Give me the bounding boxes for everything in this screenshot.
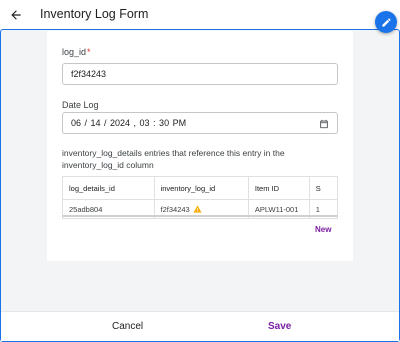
page-title: Inventory Log Form	[40, 7, 149, 21]
required-asterisk: *	[87, 47, 91, 57]
arrow-back-icon	[11, 10, 21, 20]
form-footer: Cancel Save	[1, 311, 399, 341]
log-id-field[interactable]: f2f34243	[62, 63, 338, 85]
date-log-value: 06 / 14 / 2024 , 03 : 30 PM	[71, 118, 187, 128]
log-id-label: log_id*	[62, 47, 91, 57]
related-entries-table[interactable]: log_details_id inventory_log_id Item ID …	[62, 176, 338, 248]
table-cell-text: f2f34243	[160, 204, 190, 214]
edit-button[interactable]	[375, 11, 397, 33]
log-id-value: f2f34243	[71, 69, 107, 79]
column-header[interactable]: Item ID	[247, 176, 310, 200]
form-card: log_id* f2f34243 Date Log 06 / 14 / 2024…	[47, 31, 353, 261]
table-bottom-divider	[62, 215, 338, 217]
save-button[interactable]: Save	[268, 321, 291, 332]
log-id-label-text: log_id	[62, 47, 87, 57]
column-header[interactable]: S	[308, 176, 338, 200]
related-table-description: inventory_log_details entries that refer…	[62, 148, 285, 170]
date-log-field[interactable]: 06 / 14 / 2024 , 03 : 30 PM	[62, 112, 338, 134]
table-header-row: log_details_id inventory_log_id Item ID …	[62, 176, 338, 200]
cancel-button[interactable]: Cancel	[112, 321, 143, 332]
column-header[interactable]: inventory_log_id	[153, 176, 249, 200]
top-app-bar: Inventory Log Form	[0, 0, 400, 30]
calendar-icon[interactable]	[319, 119, 329, 129]
warning-icon	[193, 204, 202, 213]
new-entry-button[interactable]: New	[315, 225, 331, 234]
column-header[interactable]: log_details_id	[62, 176, 155, 200]
back-button[interactable]	[6, 5, 26, 25]
pencil-icon	[381, 17, 391, 27]
date-log-label: Date Log	[62, 100, 99, 110]
